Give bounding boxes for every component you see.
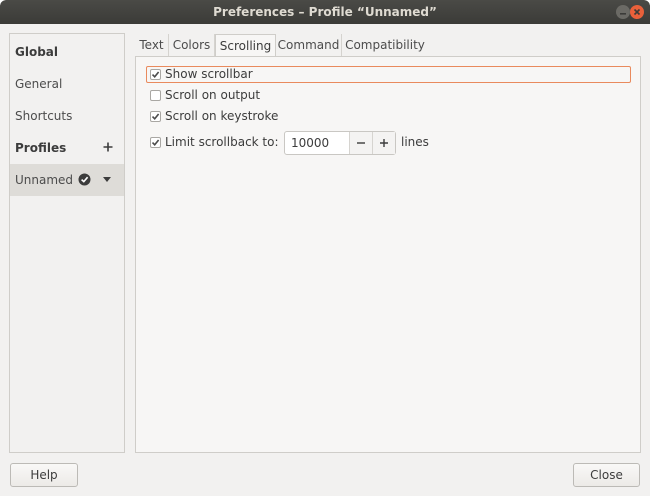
sidebar-item-label: Global [15,45,59,59]
window-title: Preferences – Profile “Unnamed” [213,5,437,19]
plus-icon [380,139,388,147]
close-window-button[interactable] [630,5,644,19]
preferences-window: Preferences – Profile “Unnamed” Global G… [0,0,650,496]
sidebar-heading-global: Global [10,36,124,68]
checkbox-label: Scroll on keystroke [165,109,279,123]
sidebar-item-label: Shortcuts [15,109,73,123]
sidebar-heading-profiles: Profiles [10,132,124,164]
tab-label: Scrolling [219,39,272,53]
checkbox-box[interactable] [150,68,161,80]
tab-scrolling[interactable]: Scrolling [215,34,276,57]
show-scrollbar-checkbox[interactable]: Show scrollbar [150,66,253,82]
plus-icon[interactable] [102,141,114,153]
minus-icon [357,142,365,144]
checkbox-label: Scroll on output [165,88,261,102]
sidebar-item-label: General [15,77,63,91]
sidebar-item-label: Profiles [15,141,67,155]
tab-label: Text [139,38,164,52]
tab-label: Compatibility [345,38,425,52]
scrolling-panel: Show scrollbar Scroll on output Scroll o… [135,56,641,453]
close-icon [633,8,641,16]
sidebar-item-general[interactable]: General [10,68,124,100]
tab-compatibility[interactable]: Compatibility [342,34,428,56]
tab-label: Command [277,38,340,52]
checkbox-box[interactable] [150,89,161,101]
scrollback-lines-input[interactable]: 10000 [285,132,349,154]
checkmark-icon [151,70,160,78]
sidebar-item-profile-unnamed[interactable]: Unnamed [10,164,124,196]
minimize-icon [620,13,626,15]
button-label: Close [590,468,623,482]
checkmark-icon [151,138,160,146]
sidebar: Global General Shortcuts Profiles Unname… [9,33,125,453]
check-circle-icon [78,173,91,186]
sidebar-item-label: Unnamed [15,173,74,187]
tab-colors[interactable]: Colors [169,34,215,56]
title-bar[interactable]: Preferences – Profile “Unnamed” [0,0,650,24]
scroll-on-keystroke-checkbox[interactable]: Scroll on keystroke [150,108,278,124]
button-label: Help [30,468,58,482]
tab-command[interactable]: Command [276,34,342,56]
sidebar-item-shortcuts[interactable]: Shortcuts [10,100,124,132]
lines-label: lines [401,135,429,149]
checkbox-label: Show scrollbar [165,67,253,81]
checkbox-box[interactable] [150,136,161,148]
checkbox-label: Limit scrollback to: [165,135,279,149]
scroll-on-output-checkbox[interactable]: Scroll on output [150,87,260,103]
close-button[interactable]: Close [573,463,640,487]
increment-button[interactable] [372,132,395,154]
chevron-down-icon[interactable] [103,177,111,183]
tab-text[interactable]: Text [135,34,169,56]
decrement-button[interactable] [349,132,372,154]
minimize-button[interactable] [616,5,630,19]
limit-scrollback-checkbox[interactable]: Limit scrollback to: [150,134,279,150]
checkbox-box[interactable] [150,110,161,122]
scrollback-lines-spinner: 10000 [284,131,396,155]
tab-label: Colors [172,38,211,52]
checkmark-icon [151,112,160,120]
help-button[interactable]: Help [10,463,78,487]
